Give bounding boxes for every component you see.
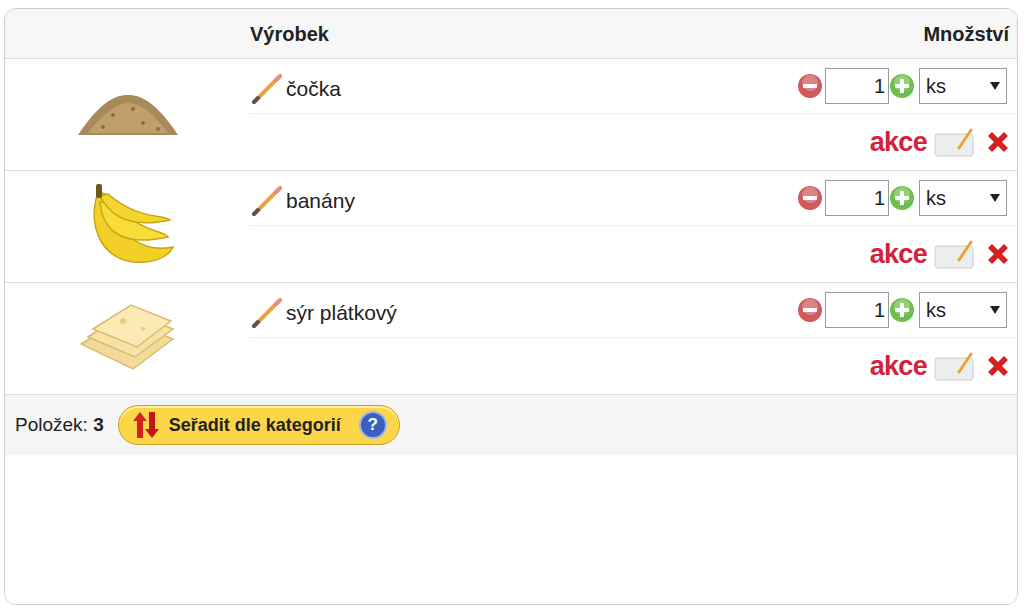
dropdown-arrow-icon: [990, 194, 1000, 202]
item-picture-cell: [5, 59, 250, 170]
plus-icon[interactable]: [889, 297, 915, 323]
sale-badge[interactable]: akce: [870, 129, 927, 156]
table-header: VýrobekMnožství: [5, 9, 1017, 59]
item-count: Položek: 3: [15, 411, 104, 440]
item-row: banány 1 ks akce: [5, 171, 1017, 283]
item-row: čočka 1 ks akce: [5, 59, 1017, 171]
item-picture-cell: [5, 283, 250, 394]
unit-select[interactable]: ks: [919, 68, 1007, 104]
cheese-picture: [73, 299, 183, 379]
delete-icon[interactable]: [983, 127, 1013, 157]
sort-arrows-icon: [131, 410, 161, 440]
column-header: Výrobek: [250, 19, 923, 49]
quantity-controls: 1 ks: [797, 68, 1007, 104]
quantity-controls: 1 ks: [797, 292, 1007, 328]
sort-button[interactable]: Seřadit dle kategorií?: [118, 405, 400, 445]
note-edit-icon[interactable]: [933, 238, 977, 270]
delete-icon[interactable]: [983, 239, 1013, 269]
quantity-input[interactable]: 1: [825, 68, 889, 104]
item-name[interactable]: čočka: [286, 73, 341, 105]
delete-icon[interactable]: [983, 351, 1013, 381]
pencil-icon[interactable]: [250, 184, 284, 218]
dropdown-arrow-icon: [990, 306, 1000, 314]
unit-select[interactable]: ks: [919, 292, 1007, 328]
pencil-icon[interactable]: [250, 72, 284, 106]
plus-icon[interactable]: [889, 73, 915, 99]
sale-badge[interactable]: akce: [870, 241, 927, 268]
note-edit-icon[interactable]: [933, 350, 977, 382]
item-name[interactable]: banány: [286, 185, 355, 217]
quantity-input[interactable]: 1: [825, 292, 889, 328]
unit-select[interactable]: ks: [919, 180, 1007, 216]
help-icon[interactable]: ?: [359, 411, 387, 439]
quantity-input[interactable]: 1: [825, 180, 889, 216]
quantity-controls: 1 ks: [797, 180, 1007, 216]
minus-icon[interactable]: [797, 185, 823, 211]
item-picture-cell: [5, 171, 250, 282]
plus-icon[interactable]: [889, 185, 915, 211]
item-row: sýr plátkový 1 ks akce: [5, 283, 1017, 395]
sale-badge[interactable]: akce: [870, 353, 927, 380]
minus-icon[interactable]: [797, 297, 823, 323]
shopping-list-panel: VýrobekMnožství čočka 1 ks akce banány 1 ks akce…: [4, 8, 1018, 605]
minus-icon[interactable]: [797, 73, 823, 99]
item-name[interactable]: sýr plátkový: [286, 297, 397, 329]
column-header: Množství: [923, 19, 1009, 49]
banana-picture: [78, 182, 178, 272]
dropdown-arrow-icon: [990, 82, 1000, 90]
note-edit-icon[interactable]: [933, 126, 977, 158]
lentils-picture: [73, 85, 183, 145]
list-footer: Položek: 3 Seřadit dle kategorií?: [5, 395, 1017, 455]
pencil-icon[interactable]: [250, 296, 284, 330]
